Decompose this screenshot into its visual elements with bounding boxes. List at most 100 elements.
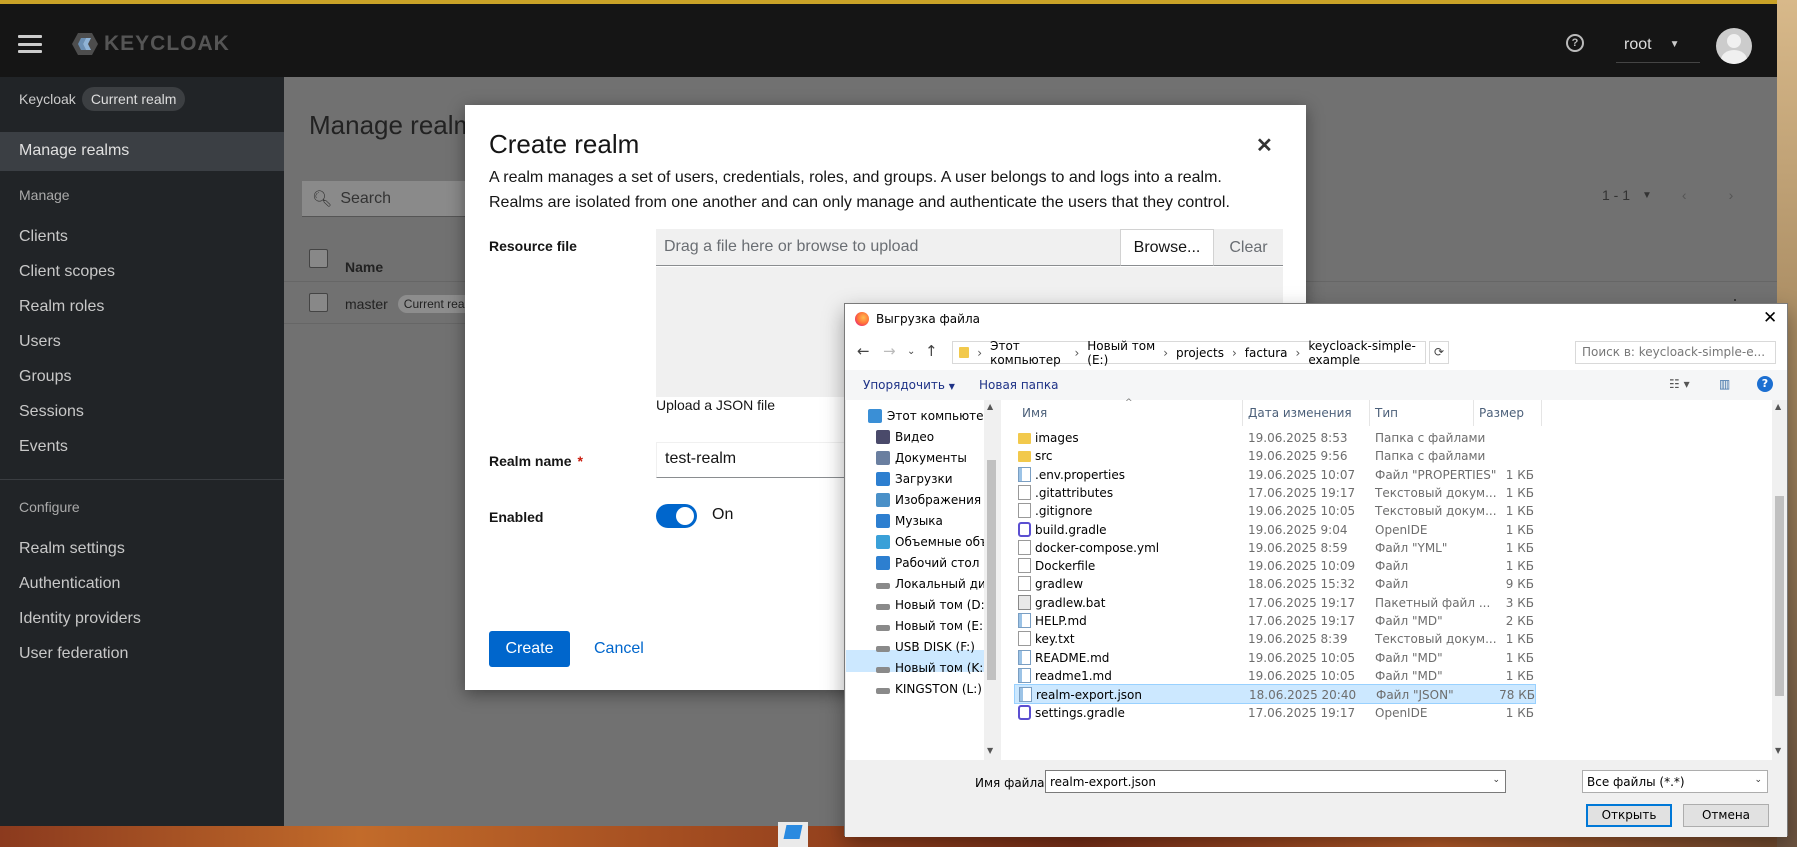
select-all-checkbox[interactable] [309, 249, 328, 268]
taskbar-app-icon[interactable] [778, 822, 808, 847]
file-list-scrollbar[interactable]: ▲ ▼ [1772, 400, 1787, 760]
hamburger-menu-icon[interactable] [18, 35, 42, 53]
refresh-icon[interactable]: ⟳ [1429, 341, 1449, 364]
breadcrumb-item[interactable]: Новый том (E:) [1087, 339, 1155, 367]
user-menu-dropdown[interactable]: root ▼ [1616, 27, 1700, 63]
help-icon[interactable]: ? [1566, 34, 1584, 52]
column-header-date[interactable]: Дата изменения [1248, 406, 1352, 420]
file-row[interactable]: src 19.06.2025 9:56 Папка с файлами [1014, 446, 1536, 466]
file-row[interactable]: key.txt 19.06.2025 8:39 Текстовый докум...… [1014, 629, 1536, 649]
folder-search-input[interactable]: Поиск в: keycloack-simple-e... [1575, 341, 1776, 364]
tree-item[interactable]: Новый том (D:) [876, 595, 989, 615]
dialog-cancel-button[interactable]: Отмена [1683, 804, 1769, 827]
filename-input[interactable]: realm-export.json ⌄ [1045, 770, 1506, 793]
sidebar-item-manage-realms[interactable]: Manage realms [0, 132, 284, 171]
file-row[interactable]: docker-compose.yml 19.06.2025 8:59 Файл "Y… [1014, 538, 1536, 558]
tree-item[interactable]: Загрузки [876, 469, 953, 489]
recent-locations-icon[interactable]: ⌄ [907, 346, 915, 357]
caret-down-icon[interactable]: ▼ [1642, 190, 1652, 201]
address-bar[interactable]: › Этот компьютер › Новый том (E:) › proj… [952, 339, 1426, 367]
realm-name-cell[interactable]: master Current realm [345, 295, 484, 313]
clear-button[interactable]: Clear [1214, 229, 1283, 266]
help-icon[interactable]: ? [1757, 376, 1773, 392]
forward-arrow-icon[interactable]: → [883, 342, 896, 360]
file-row[interactable]: .env.properties 19.06.2025 10:07 Файл "PRO… [1014, 465, 1536, 485]
pagination-range[interactable]: 1 - 1 [1602, 187, 1630, 203]
next-page-icon[interactable]: › [1729, 187, 1734, 203]
prev-page-icon[interactable]: ‹ [1682, 187, 1687, 203]
column-header-size[interactable]: Размер [1479, 406, 1524, 420]
avatar[interactable] [1716, 28, 1752, 64]
tree-item[interactable]: Документы [876, 448, 967, 468]
tree-item[interactable]: Видео [876, 427, 934, 447]
row-checkbox[interactable] [309, 293, 328, 312]
breadcrumb-item[interactable]: keycloack-simple-example [1308, 339, 1425, 367]
sidebar-item-realm-settings[interactable]: Realm settings [19, 540, 125, 558]
scrollbar-thumb[interactable] [1775, 496, 1784, 696]
breadcrumb-item[interactable]: projects [1176, 346, 1224, 360]
search-input[interactable]: 🔍︎ Search [302, 181, 472, 217]
close-icon[interactable]: ✕ [1256, 133, 1273, 158]
cancel-button[interactable]: Cancel [594, 631, 644, 667]
preview-pane-icon[interactable]: ▥ [1719, 377, 1730, 391]
file-row[interactable]: images 19.06.2025 8:53 Папка с файлами [1014, 428, 1536, 448]
tree-item[interactable]: Этот компьютер [868, 406, 991, 426]
breadcrumb-item[interactable]: factura [1245, 346, 1288, 360]
tree-item[interactable]: Изображения [876, 490, 981, 510]
file-upload-input[interactable]: Drag a file here or browse to upload [656, 229, 1120, 266]
sidebar-item-authentication[interactable]: Authentication [19, 575, 120, 593]
file-row[interactable]: Dockerfile 19.06.2025 10:09 Файл 1 КБ [1014, 556, 1536, 576]
enabled-toggle[interactable] [656, 504, 697, 528]
file-type-select[interactable]: Все файлы (*.*) ⌄ [1582, 770, 1768, 793]
create-button[interactable]: Create [489, 631, 570, 667]
sidebar-item-clients[interactable]: Clients [19, 228, 68, 246]
scroll-down-icon[interactable]: ▼ [1775, 746, 1781, 755]
organize-menu[interactable]: Упорядочить ▼ [863, 378, 955, 392]
scroll-down-icon[interactable]: ▼ [987, 746, 993, 755]
sidebar-item-sessions[interactable]: Sessions [19, 403, 84, 421]
scroll-up-icon[interactable]: ▲ [1775, 402, 1781, 411]
column-header-name[interactable]: Name [345, 259, 383, 275]
sidebar-item-client-scopes[interactable]: Client scopes [19, 263, 115, 281]
tree-item[interactable]: Новый том (K:) [876, 658, 988, 678]
realm-link[interactable]: master [345, 296, 388, 312]
file-row[interactable]: HELP.md 17.06.2025 19:17 Файл "MD" 2 КБ [1014, 611, 1536, 631]
browse-button[interactable]: Browse... [1120, 229, 1214, 266]
tree-item[interactable]: Новый том (E:) [876, 616, 988, 636]
tree-item[interactable]: Объемные объ [876, 532, 989, 552]
file-row[interactable]: .gitattributes 17.06.2025 19:17 Текстовый … [1014, 483, 1536, 503]
column-header-type[interactable]: Тип [1375, 406, 1398, 420]
new-folder-button[interactable]: Новая папка [979, 378, 1058, 392]
back-arrow-icon[interactable]: ← [857, 342, 870, 360]
scrollbar-thumb[interactable] [987, 460, 996, 680]
file-row[interactable]: settings.gradle 17.06.2025 19:17 OpenIDE 1 … [1014, 703, 1536, 723]
chevron-down-icon[interactable]: ⌄ [1492, 775, 1500, 785]
open-button[interactable]: Открыть [1586, 804, 1672, 827]
tree-item[interactable]: Музыка [876, 511, 943, 531]
tree-item[interactable]: KINGSTON (L:) [876, 679, 982, 699]
sidebar-item-events[interactable]: Events [19, 438, 68, 456]
tree-item[interactable]: USB DISK (F:) [876, 637, 975, 657]
view-options-icon[interactable]: ☷ ▾ [1669, 377, 1690, 391]
tree-scrollbar[interactable]: ▲ ▼ [984, 400, 999, 760]
file-row[interactable]: build.gradle 19.06.2025 9:04 OpenIDE 1 КБ [1014, 520, 1536, 540]
file-row[interactable]: README.md 19.06.2025 10:05 Файл "MD" 1 КБ [1014, 648, 1536, 668]
sidebar-item-users[interactable]: Users [19, 333, 61, 351]
close-icon[interactable]: ✕ [1763, 308, 1777, 328]
scroll-up-icon[interactable]: ▲ [987, 402, 993, 411]
breadcrumb-item[interactable]: Этот компьютер [990, 339, 1066, 367]
file-row[interactable]: readme1.md 19.06.2025 10:05 Файл "MD" 1 КБ [1014, 666, 1536, 686]
file-row[interactable]: .gitignore 19.06.2025 10:05 Текстовый доку… [1014, 501, 1536, 521]
tree-item[interactable]: Локальный дис [876, 574, 992, 594]
sidebar-item-user-federation[interactable]: User federation [19, 645, 128, 663]
file-row[interactable]: realm-export.json 18.06.2025 20:40 Файл "J… [1014, 684, 1536, 705]
realm-selector[interactable]: Keycloak Current realm [19, 87, 186, 111]
keycloak-logo[interactable]: KEYCLOAK [72, 32, 230, 56]
file-row[interactable]: gradlew.bat 17.06.2025 19:17 Пакетный файл… [1014, 593, 1536, 613]
sidebar-item-realm-roles[interactable]: Realm roles [19, 298, 104, 316]
sidebar-item-identity-providers[interactable]: Identity providers [19, 610, 141, 628]
sidebar-item-groups[interactable]: Groups [19, 368, 71, 386]
tree-item[interactable]: Рабочий стол [876, 553, 979, 573]
file-row[interactable]: gradlew 18.06.2025 15:32 Файл 9 КБ [1014, 574, 1536, 594]
up-arrow-icon[interactable]: ↑ [925, 342, 938, 360]
